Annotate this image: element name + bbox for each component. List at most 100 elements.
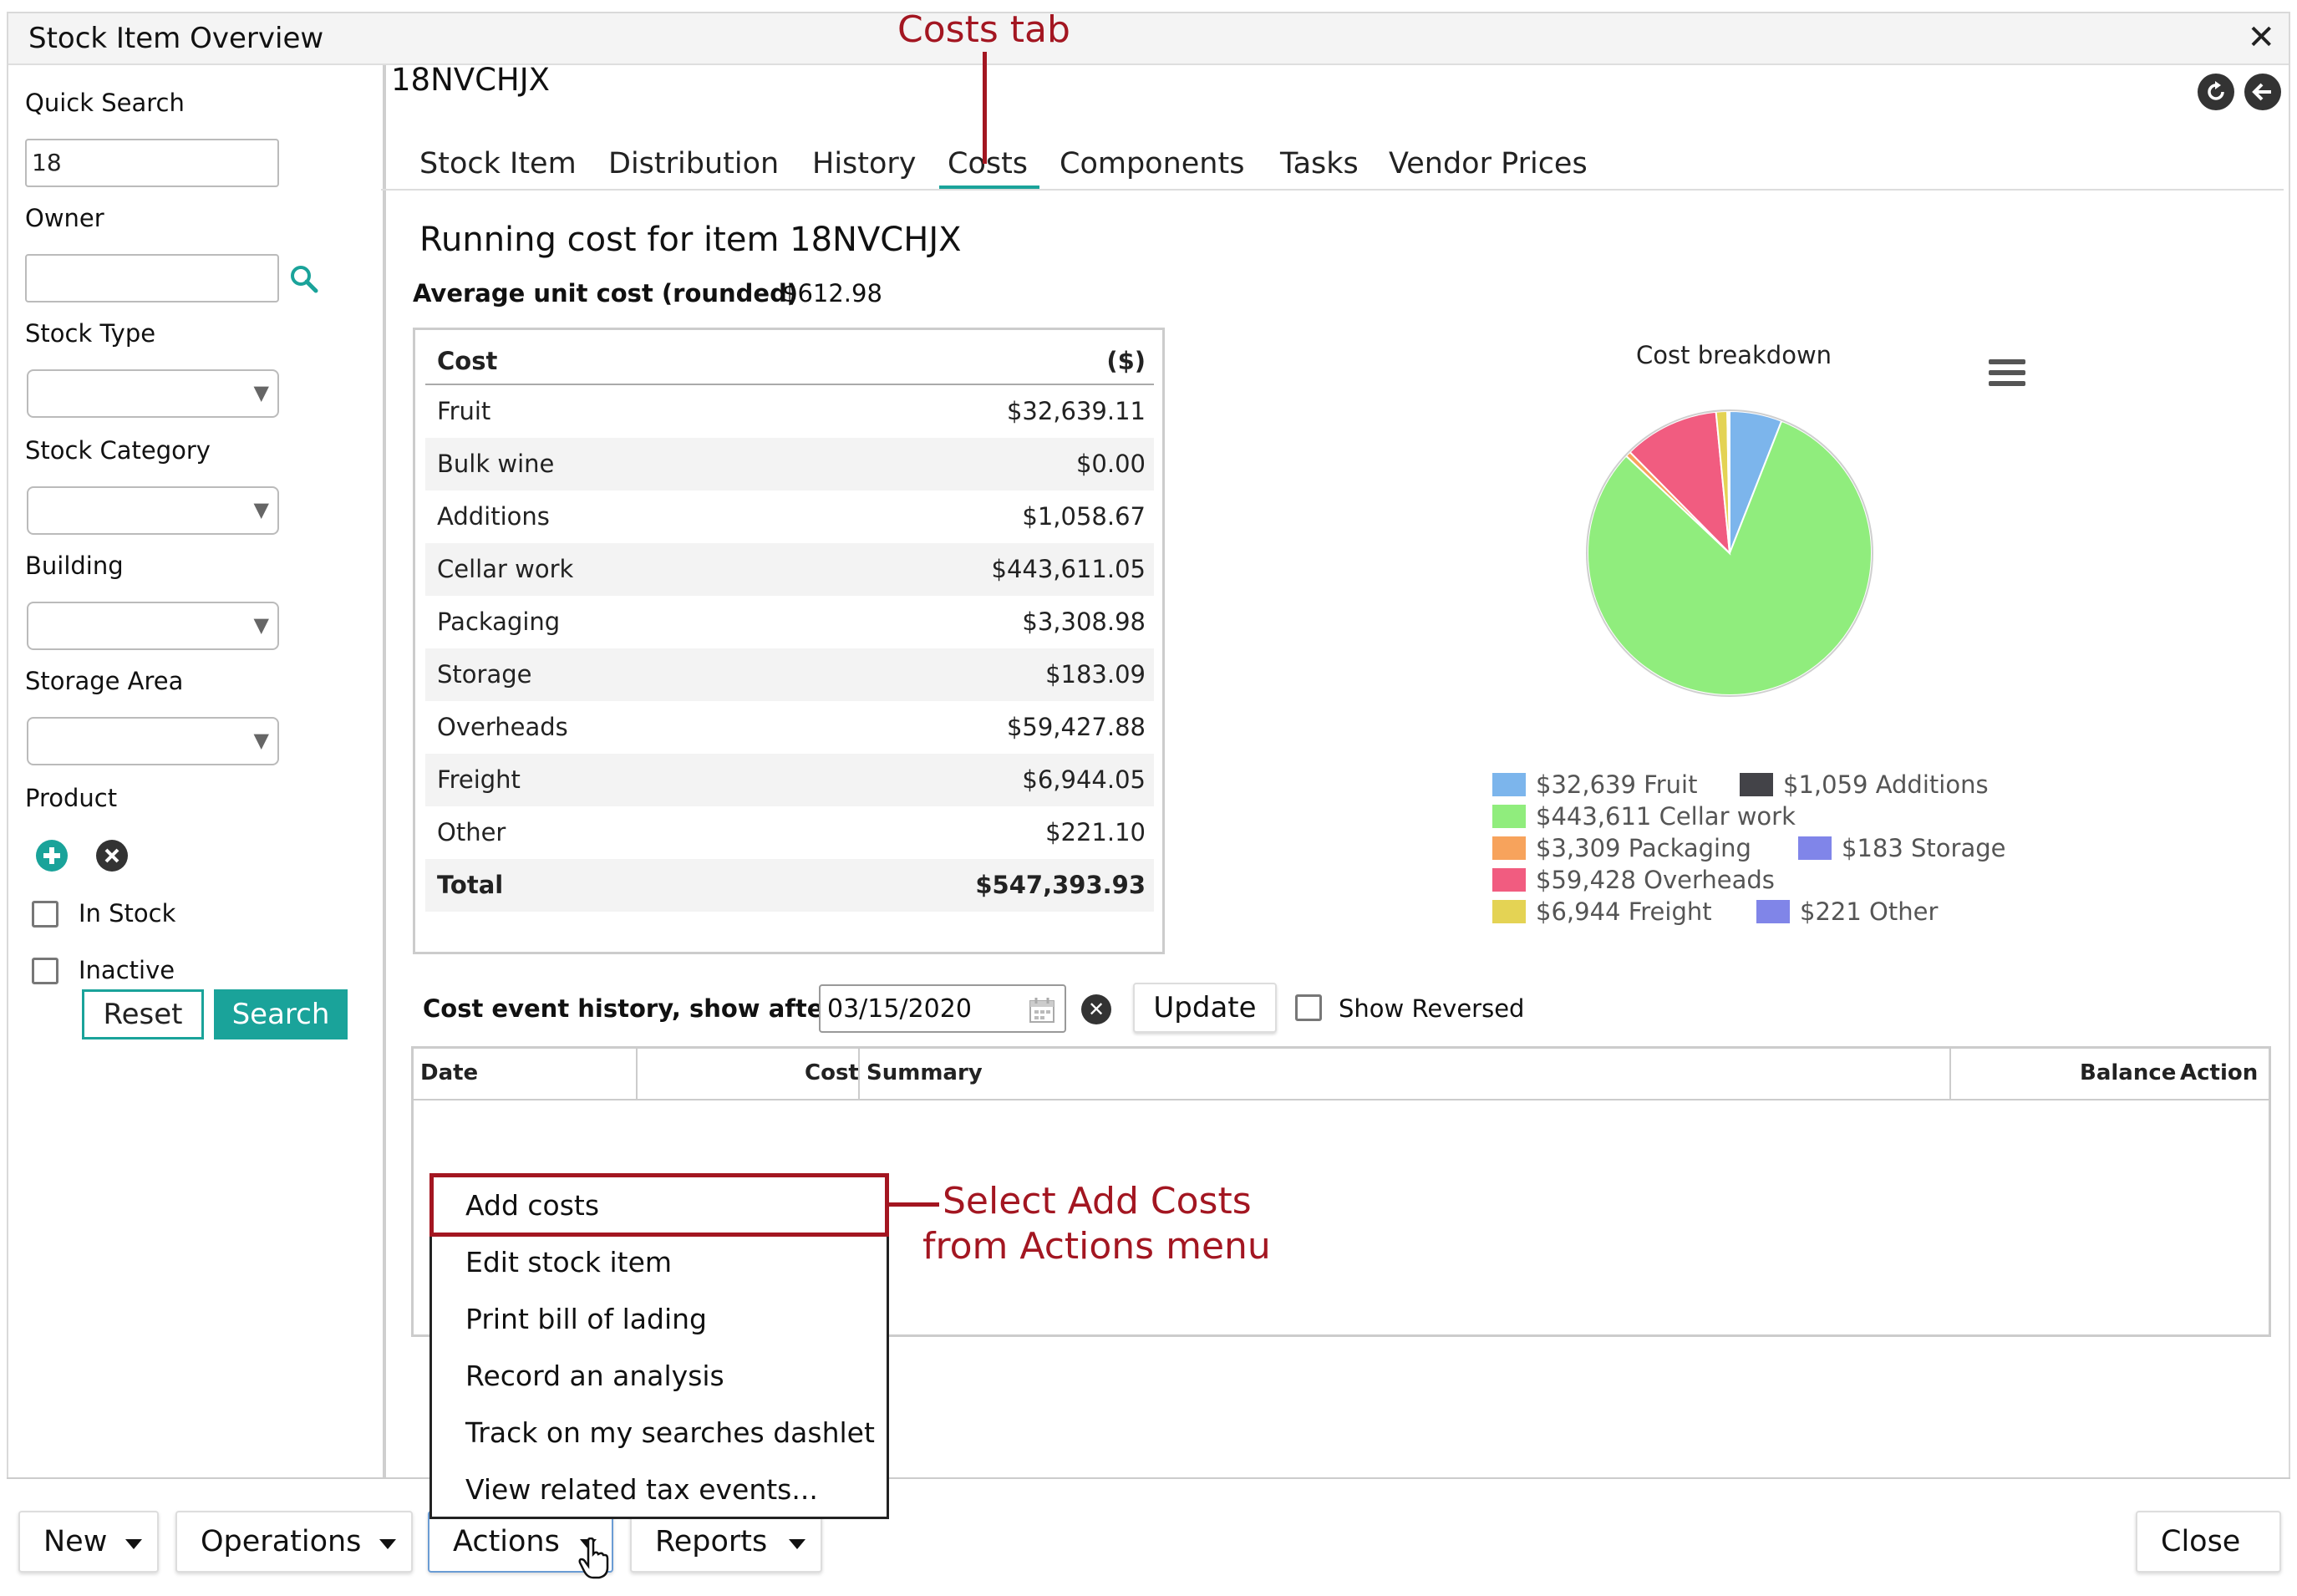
update-button[interactable]: Update (1133, 983, 1277, 1033)
balance-column-header[interactable]: Balance (2080, 1060, 2176, 1085)
building-select[interactable]: ▼ (27, 602, 279, 650)
legend-swatch (1492, 773, 1526, 796)
cost-row-label: Other (437, 818, 506, 846)
caret-down-icon: ▼ (253, 381, 269, 404)
close-button-label: Close (2161, 1525, 2241, 1558)
cost-row-label: Freight (437, 765, 521, 794)
close-button[interactable]: Close (2136, 1511, 2281, 1573)
date-column-header[interactable]: Date (420, 1060, 478, 1085)
legend-label: $59,428 Overheads (1536, 866, 1775, 894)
legend-label: $6,944 Freight (1536, 897, 1712, 926)
chart-title: Cost breakdown (1636, 341, 1832, 369)
stock-category-label: Stock Category (25, 436, 211, 465)
legend-swatch (1740, 773, 1773, 796)
tab-components[interactable]: Components (1060, 147, 1244, 180)
search-sidebar: Quick Search 18 Owner Stock Type ▼ Stock… (8, 65, 386, 1486)
in-stock-label: In Stock (79, 899, 176, 928)
search-icon[interactable] (287, 262, 321, 296)
reports-button-label: Reports (655, 1525, 768, 1558)
caret-down-icon (125, 1539, 142, 1549)
cost-row: Additions $1,058.67 (425, 490, 1154, 543)
add-costs-annotation-line2: from Actions menu (922, 1225, 1271, 1268)
tab-vendor-prices[interactable]: Vendor Prices (1389, 147, 1588, 180)
cost-row: Overheads $59,427.88 (425, 701, 1154, 754)
cost-breakdown-pie (1586, 409, 1873, 697)
stock-category-select[interactable]: ▼ (27, 486, 279, 535)
summary-column-header[interactable]: Summary (866, 1060, 983, 1085)
close-icon[interactable]: ✕ (2247, 18, 2275, 57)
menu-item-view-tax-events[interactable]: View related tax events... (465, 1473, 818, 1506)
action-column-header[interactable]: Action (2180, 1060, 2258, 1085)
date-value: 03/15/2020 (827, 994, 972, 1024)
average-unit-cost-value: $612.98 (782, 279, 882, 308)
legend-swatch (1492, 900, 1526, 923)
caret-down-icon: ▼ (253, 729, 269, 752)
storage-area-select[interactable]: ▼ (27, 717, 279, 765)
menu-item-print-bill-of-lading[interactable]: Print bill of lading (465, 1303, 707, 1335)
stock-type-select[interactable]: ▼ (27, 369, 279, 418)
window-title: Stock Item Overview (28, 22, 324, 55)
legend-swatch (1492, 836, 1526, 860)
cost-row: Storage $183.09 (425, 648, 1154, 701)
cost-table: Cost ($) Fruit $32,639.11 Bulk wine $0.00 … (413, 328, 1165, 954)
calendar-icon[interactable] (1028, 996, 1056, 1024)
chart-menu-icon[interactable] (1989, 359, 2025, 389)
refresh-icon[interactable] (2198, 74, 2234, 110)
legend-swatch (1798, 836, 1832, 860)
reset-button[interactable]: Reset (82, 989, 204, 1039)
cost-row-label: Overheads (437, 713, 568, 741)
tab-costs[interactable]: Costs (948, 147, 1028, 180)
tab-history[interactable]: History (812, 147, 917, 180)
cost-row-label: Cellar work (437, 555, 574, 583)
add-product-icon[interactable] (35, 839, 69, 872)
clear-date-icon[interactable]: ✕ (1081, 994, 1111, 1024)
legend-label: $1,059 Additions (1783, 770, 1989, 799)
cost-row: Bulk wine $0.00 (425, 438, 1154, 490)
search-button[interactable]: Search (214, 989, 348, 1039)
history-table-header: Date Cost Summary Balance Action (414, 1049, 2269, 1100)
legend-label: $32,639 Fruit (1536, 770, 1698, 799)
cost-row-label: Storage (437, 660, 532, 689)
tab-tasks[interactable]: Tasks (1280, 147, 1359, 180)
menu-item-edit-stock-item[interactable]: Edit stock item (465, 1246, 672, 1278)
legend-label: $443,611 Cellar work (1536, 802, 1796, 831)
running-cost-heading: Running cost for item 18NVCHJX (419, 221, 962, 259)
quick-search-input[interactable]: 18 (25, 139, 279, 187)
show-reversed-label: Show Reversed (1339, 994, 1525, 1023)
stock-type-label: Stock Type (25, 319, 156, 348)
add-costs-annotation-line1: Select Add Costs (943, 1180, 1252, 1222)
column-divider (858, 1049, 860, 1099)
menu-item-track-on-searches[interactable]: Track on my searches dashlet (465, 1416, 875, 1449)
show-reversed-checkbox[interactable] (1295, 994, 1322, 1021)
cost-row-label: Additions (437, 502, 550, 531)
operations-button[interactable]: Operations (175, 1511, 413, 1573)
tab-stock-item[interactable]: Stock Item (419, 147, 577, 180)
in-stock-checkbox[interactable] (32, 901, 58, 928)
storage-area-label: Storage Area (25, 667, 184, 695)
clear-product-icon[interactable] (95, 839, 129, 872)
tab-distribution[interactable]: Distribution (608, 147, 779, 180)
cost-row: Cellar work $443,611.05 (425, 543, 1154, 596)
reports-button[interactable]: Reports (630, 1511, 822, 1573)
cost-row-value: $3,308.98 (1022, 607, 1146, 636)
item-code-title: 18NVCHJX (391, 62, 550, 98)
cost-row-value: $59,427.88 (1006, 713, 1146, 741)
new-button-label: New (43, 1525, 108, 1558)
new-button[interactable]: New (18, 1511, 159, 1573)
caret-down-icon: ▼ (253, 498, 269, 521)
legend-swatch (1492, 868, 1526, 892)
owner-input[interactable] (25, 254, 279, 302)
cost-column-header[interactable]: Cost (805, 1060, 859, 1085)
caret-down-icon (789, 1539, 805, 1549)
cost-row-value: $0.00 (1075, 450, 1146, 478)
cost-row-value: $183.09 (1045, 660, 1146, 689)
cost-row-value: $221.10 (1045, 818, 1146, 846)
cost-row-value: $443,611.05 (991, 555, 1146, 583)
menu-item-record-analysis[interactable]: Record an analysis (465, 1360, 724, 1392)
building-label: Building (25, 551, 124, 580)
back-arrow-icon[interactable] (2244, 74, 2281, 110)
inactive-checkbox[interactable] (32, 958, 58, 984)
show-after-date-input[interactable]: 03/15/2020 (819, 984, 1066, 1033)
hand-pointer-icon (578, 1538, 609, 1579)
operations-button-label: Operations (201, 1525, 362, 1558)
